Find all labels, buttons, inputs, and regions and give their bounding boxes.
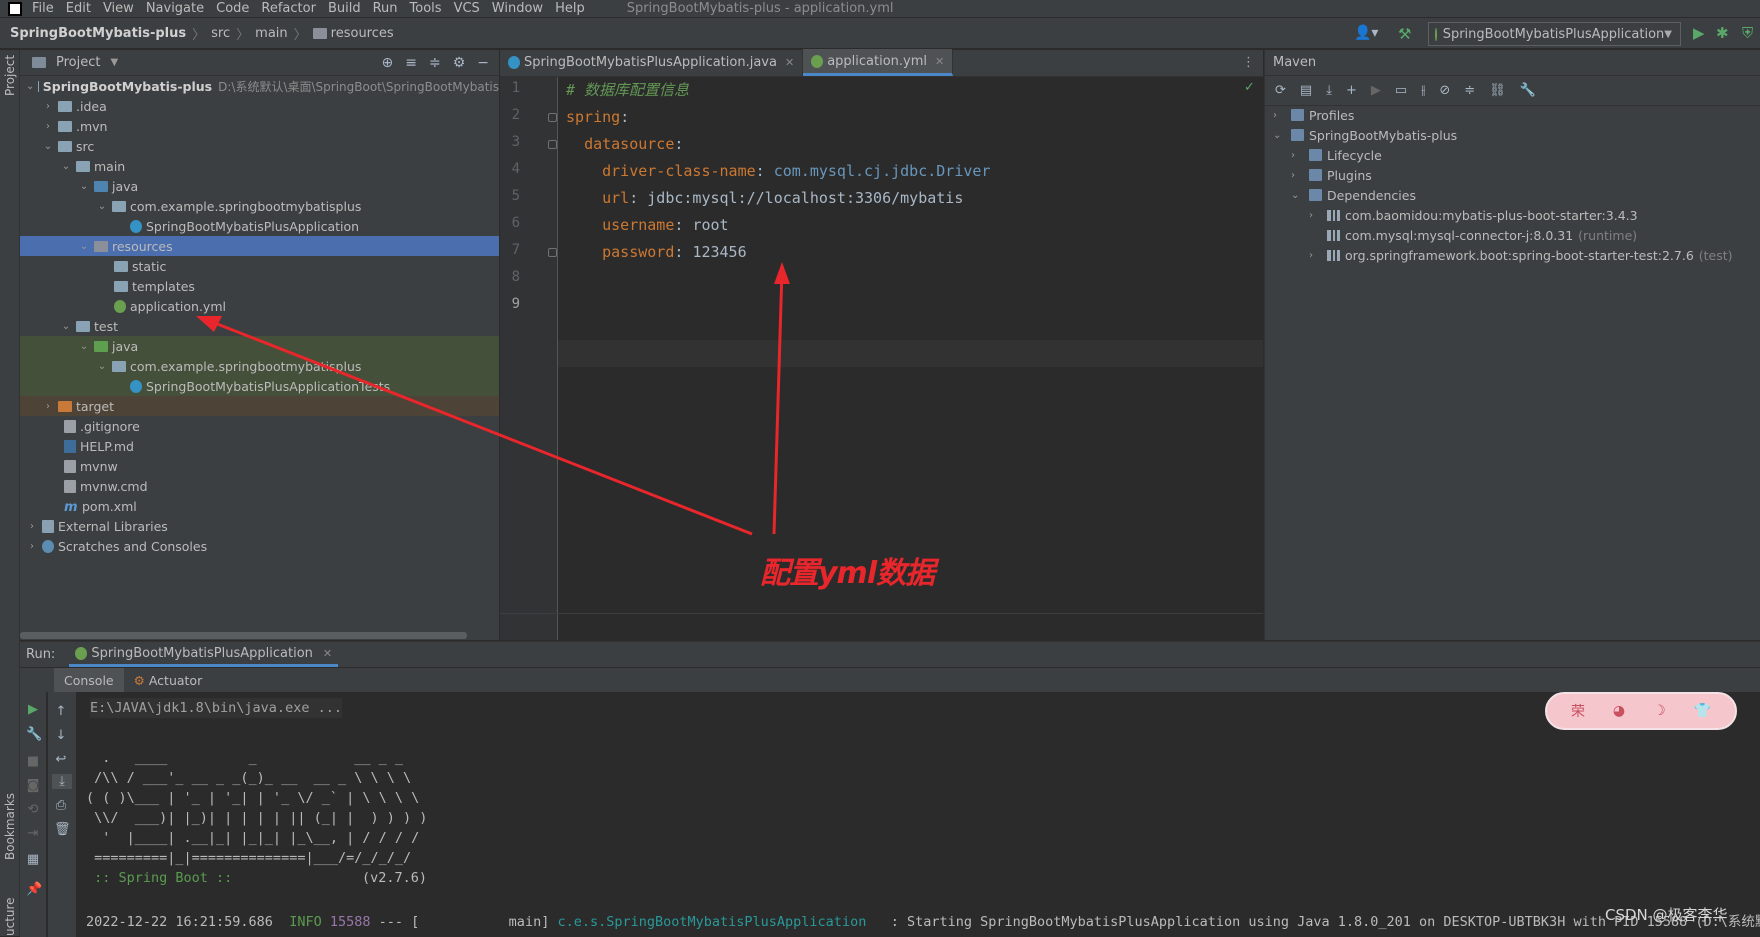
arrowhead-up-icon [774,262,790,284]
annotation-arrow-up [774,270,782,534]
watermark: CSDN @极客李华 [1605,904,1728,925]
annotation-arrow-left [202,318,752,534]
annotation-label: 配置yml数据 [760,548,934,592]
annotation-arrows [0,0,1760,936]
